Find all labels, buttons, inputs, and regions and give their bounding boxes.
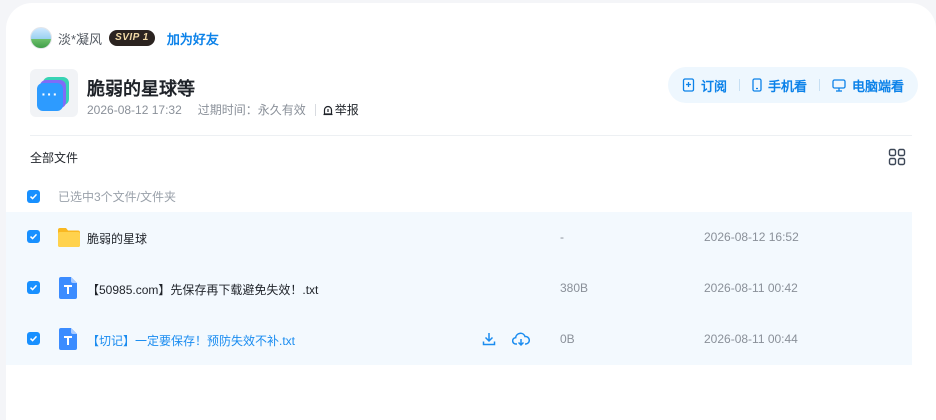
share-title: 脆弱的星球等	[87, 79, 195, 99]
file-time: 2026-08-11 00:44	[704, 332, 798, 346]
grid-view-icon[interactable]	[888, 148, 906, 166]
check-icon	[29, 233, 38, 240]
download-icon[interactable]	[481, 331, 497, 347]
svip-badge: SVIP 1	[109, 30, 155, 46]
action-divider	[818, 79, 820, 91]
pc-view-button[interactable]: 电脑端看	[832, 76, 904, 95]
share-date: 2026-08-12 17:32	[87, 102, 182, 117]
breadcrumb[interactable]: 全部文件	[30, 149, 78, 166]
file-time: 2026-08-11 00:42	[704, 281, 798, 295]
row-checkbox[interactable]	[27, 332, 40, 345]
file-name[interactable]: 【切记】一定要保存！预防失效不补.txt	[87, 332, 295, 349]
folder-icon	[58, 228, 80, 247]
subscribe-label: 订阅	[700, 78, 727, 94]
share-folder-icon: ···	[30, 69, 78, 117]
report-label: 举报	[334, 103, 359, 117]
phone-icon	[752, 78, 762, 92]
mobile-view-button[interactable]: 手机看	[752, 76, 807, 95]
report-button[interactable]: 举报	[322, 101, 359, 118]
meta-divider	[314, 103, 316, 116]
check-icon	[29, 335, 38, 342]
action-divider	[738, 79, 740, 91]
file-name[interactable]: 【50985.com】先保存再下载避免失效！.txt	[87, 281, 318, 298]
cloud-save-icon[interactable]	[512, 331, 530, 347]
row-checkbox[interactable]	[27, 230, 40, 243]
select-all-checkbox[interactable]	[27, 190, 40, 203]
share-page-card: 淡*凝风 SVIP 1 加为好友 ··· 脆弱的星球等 2026-08-12 1…	[6, 3, 936, 420]
sharer-info: 淡*凝风 SVIP 1 加为好友	[30, 27, 219, 49]
share-expiry: 过期时间：永久有效	[197, 103, 306, 117]
file-name[interactable]: 脆弱的星球	[87, 230, 147, 247]
txt-file-icon	[59, 277, 77, 299]
txt-file-icon	[59, 328, 77, 350]
check-icon	[29, 284, 38, 291]
file-size: -	[560, 230, 564, 244]
table-row[interactable]: 脆弱的星球 - 2026-08-12 16:52	[6, 212, 912, 263]
share-actions: 订阅 手机看 电脑端看	[667, 67, 918, 103]
pc-view-label: 电脑端看	[851, 78, 904, 94]
sharer-name: 淡*凝风	[58, 31, 103, 47]
table-row[interactable]: 【切记】一定要保存！预防失效不补.txt 0B 2026-08-11 00:44	[6, 314, 912, 365]
share-meta: 2026-08-12 17:32 过期时间：永久有效 举报	[87, 101, 359, 118]
report-icon	[323, 105, 333, 115]
file-size: 380B	[560, 281, 589, 295]
header-divider	[30, 135, 912, 136]
file-time: 2026-08-12 16:52	[704, 230, 799, 244]
file-list: 脆弱的星球 - 2026-08-12 16:52 【50985.com】先保存再…	[6, 212, 912, 365]
table-row[interactable]: 【50985.com】先保存再下载避免失效！.txt 380B 2026-08-…	[6, 263, 912, 314]
avatar[interactable]	[30, 27, 52, 49]
bookmark-icon	[682, 78, 695, 92]
mobile-view-label: 手机看	[767, 78, 807, 94]
file-size: 0B	[560, 332, 575, 346]
row-checkbox[interactable]	[27, 281, 40, 294]
subscribe-button[interactable]: 订阅	[682, 76, 727, 95]
selection-count: 已选中3个文件/文件夹	[58, 190, 177, 204]
monitor-icon	[832, 78, 846, 92]
select-all-row: 已选中3个文件/文件夹	[27, 188, 176, 205]
add-friend-link[interactable]: 加为好友	[167, 29, 219, 48]
check-icon	[29, 193, 38, 200]
